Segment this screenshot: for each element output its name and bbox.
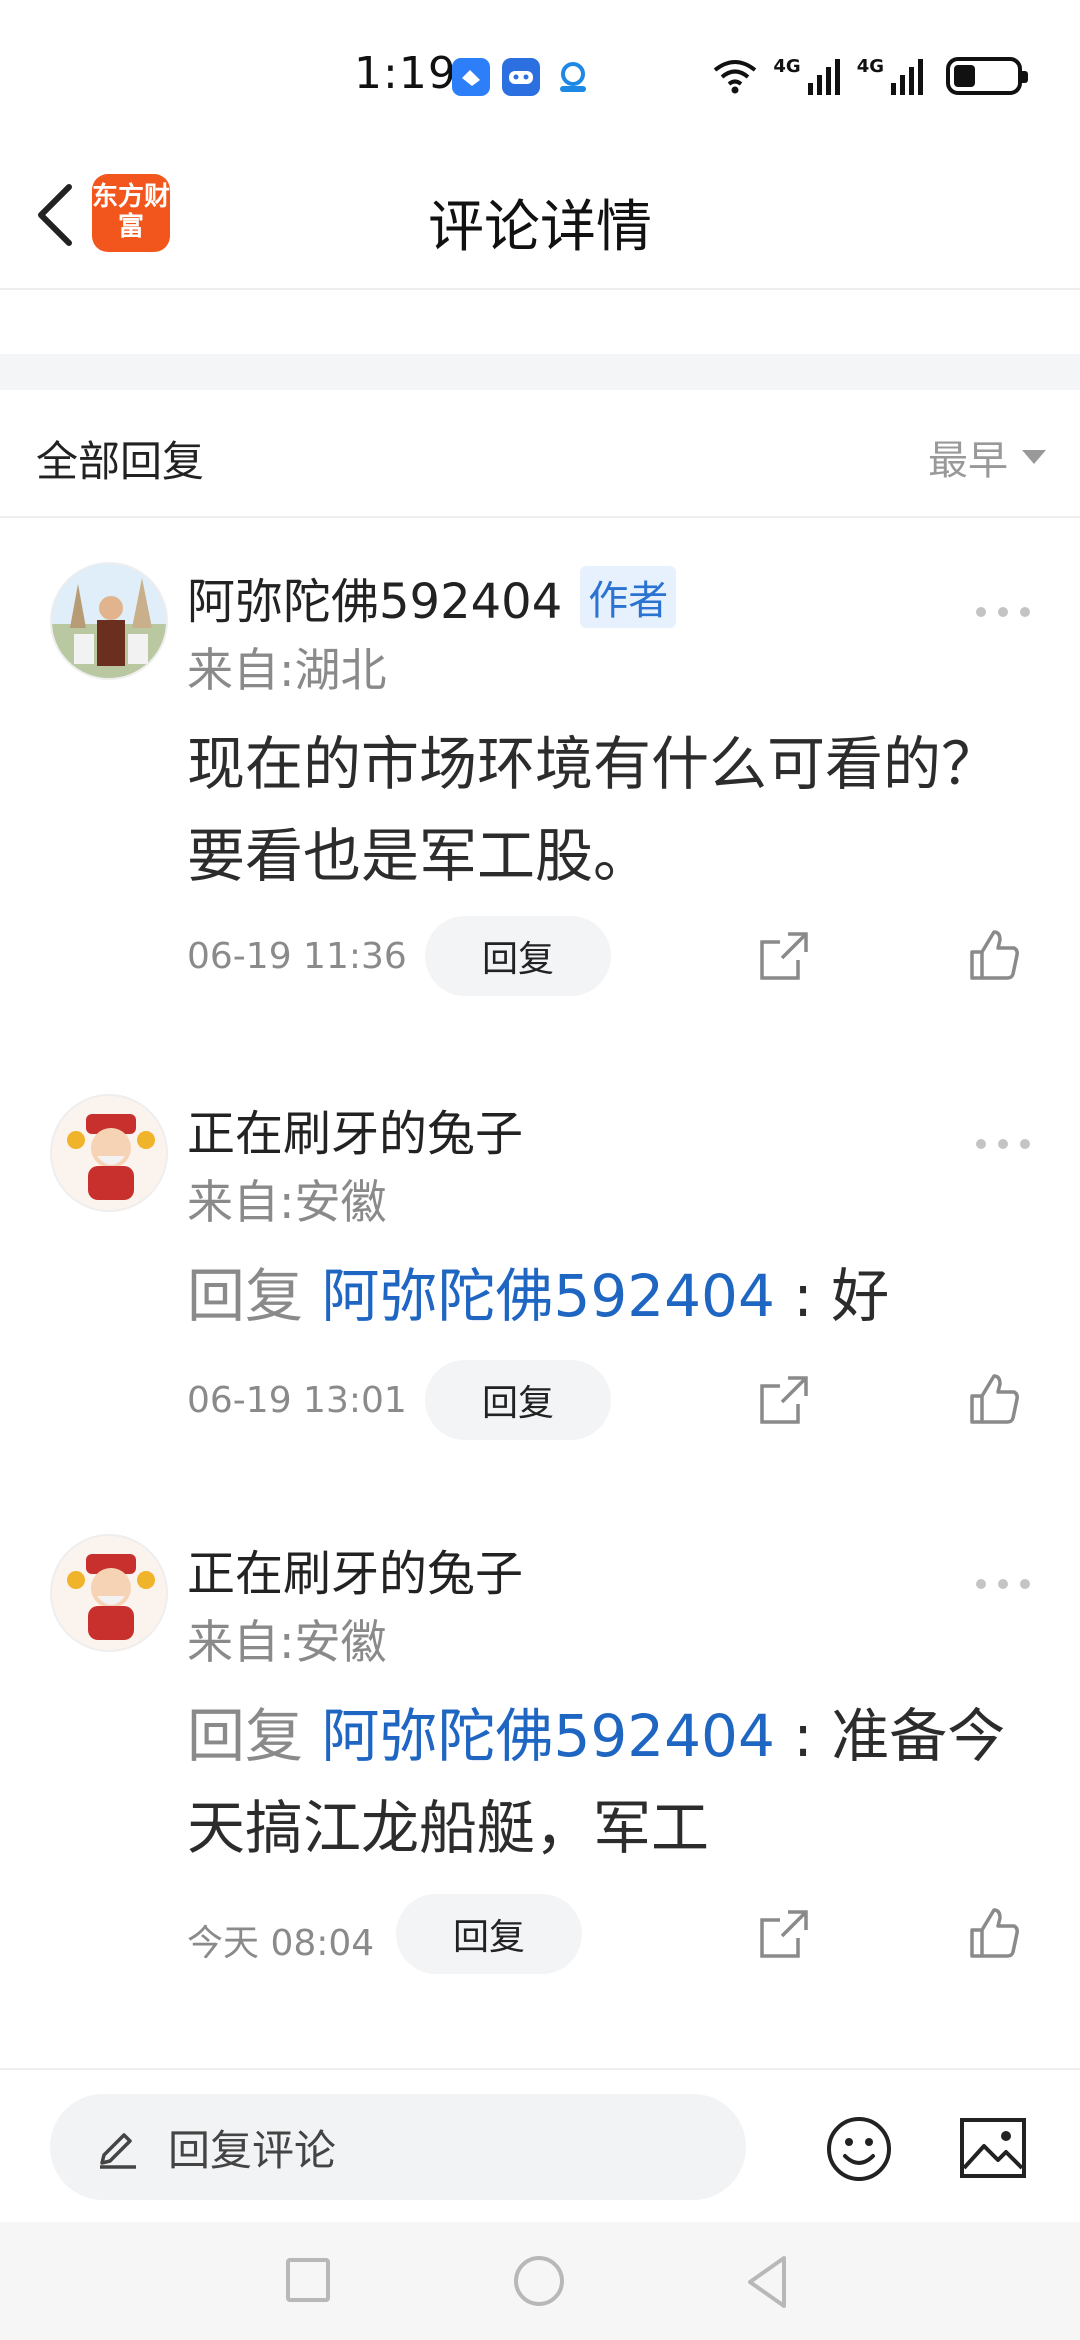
recents-icon[interactable]	[286, 2258, 330, 2302]
image-icon[interactable]	[958, 2116, 1028, 2180]
share-icon[interactable]	[758, 1908, 810, 1960]
reply-target-link[interactable]: 阿弥陀佛592404	[321, 1702, 774, 1770]
caret-down-icon	[1022, 450, 1046, 464]
comment-item: 正在刷牙的兔子 来自:安徽 回复 阿弥陀佛592404 : 准备今天搞江龙船艇，…	[0, 1490, 1080, 2010]
sort-label: 最早	[928, 438, 1008, 484]
like-icon[interactable]	[968, 928, 1022, 982]
section-divider	[0, 354, 1080, 390]
signal-strength-icon	[807, 59, 840, 95]
status-indicators: 4G 4G	[711, 56, 1028, 96]
more-options-button[interactable]	[976, 592, 1030, 632]
more-dot	[976, 1139, 986, 1149]
more-dot	[1020, 607, 1030, 617]
network-type-label: 4G	[856, 56, 884, 77]
section-title: 全部回复	[36, 437, 205, 486]
avatar[interactable]	[50, 1094, 168, 1212]
like-icon[interactable]	[968, 1372, 1022, 1426]
comment-text: 回复 阿弥陀佛592404 : 好	[187, 1250, 1027, 1342]
title-bar: 东方财富 评论详情	[0, 140, 1080, 290]
like-icon[interactable]	[968, 1906, 1022, 1960]
avatar[interactable]	[50, 1534, 168, 1652]
more-dot	[976, 607, 986, 617]
battery-icon	[946, 57, 1028, 95]
comment-item: 阿弥陀佛592404 作者 来自:湖北 现在的市场环境有什么可看的？要看也是军工股…	[0, 518, 1080, 1018]
more-options-button[interactable]	[976, 1564, 1030, 1604]
reply-comment-input[interactable]: 回复评论	[50, 2094, 746, 2200]
home-icon[interactable]	[514, 2256, 564, 2306]
emoji-icon[interactable]	[824, 2114, 894, 2184]
more-dot	[998, 1579, 1008, 1589]
commenter-name[interactable]: 正在刷牙的兔子	[187, 1094, 523, 1164]
reply-button[interactable]: 回复	[425, 916, 611, 996]
sort-dropdown[interactable]: 最早	[928, 428, 1046, 486]
share-icon[interactable]	[758, 1374, 810, 1426]
comment-time: 06-19 13:01	[187, 1380, 407, 1421]
share-icon[interactable]	[758, 930, 810, 982]
comment-text: 回复 阿弥陀佛592404 : 准备今天搞江龙船艇，军工	[187, 1690, 1027, 1874]
reply-text: : 好	[774, 1262, 890, 1330]
back-icon[interactable]	[744, 2254, 790, 2310]
replies-header: 全部回复 最早	[0, 390, 1080, 518]
battery-level	[954, 65, 975, 87]
reply-input-placeholder: 回复评论	[168, 2125, 337, 2175]
notification-app-icon-1	[452, 58, 490, 96]
page-title: 评论详情	[428, 195, 652, 260]
reply-target-link[interactable]: 阿弥陀佛592404	[321, 1262, 774, 1330]
more-options-button[interactable]	[976, 1124, 1030, 1164]
comment-input-bar: 回复评论	[0, 2068, 1080, 2220]
more-dot	[1020, 1139, 1030, 1149]
avatar[interactable]	[50, 562, 168, 680]
wifi-icon	[714, 60, 757, 94]
more-dot	[998, 1139, 1008, 1149]
comment-time: 06-19 11:36	[187, 936, 407, 977]
notification-app-icon-3	[554, 58, 592, 96]
author-badge: 作者	[580, 566, 677, 628]
comment-text: 现在的市场环境有什么可看的？要看也是军工股。	[187, 730, 1000, 890]
game-controller-icon	[502, 58, 540, 96]
comment-location: 来自:安徽	[187, 1615, 387, 1669]
network-type-label: 4G	[773, 56, 801, 77]
more-dot	[1020, 1579, 1030, 1589]
reply-prefix: 回复	[187, 1262, 304, 1330]
comment-location: 来自:安徽	[187, 1175, 387, 1229]
system-navigation-bar	[0, 2222, 1080, 2340]
comment-time: 今天 08:04	[187, 1923, 375, 1964]
username: 阿弥陀佛592404	[187, 574, 563, 630]
reply-button[interactable]: 回复	[396, 1894, 582, 1974]
pencil-icon	[100, 2133, 136, 2169]
more-dot	[976, 1579, 986, 1589]
reply-prefix: 回复	[187, 1702, 304, 1770]
commenter-name[interactable]: 正在刷牙的兔子	[187, 1534, 523, 1604]
more-dot	[998, 607, 1008, 617]
status-bar: 1:19 4G 4G	[0, 0, 1080, 140]
signal-strength-icon	[891, 59, 923, 95]
comment-location: 来自:湖北	[187, 643, 387, 697]
status-time: 1:19	[354, 48, 457, 99]
commenter-name[interactable]: 阿弥陀佛592404 作者	[187, 562, 677, 632]
reply-button[interactable]: 回复	[425, 1360, 611, 1440]
comment-item: 正在刷牙的兔子 来自:安徽 回复 阿弥陀佛592404 : 好 06-19 13…	[0, 1050, 1080, 1470]
